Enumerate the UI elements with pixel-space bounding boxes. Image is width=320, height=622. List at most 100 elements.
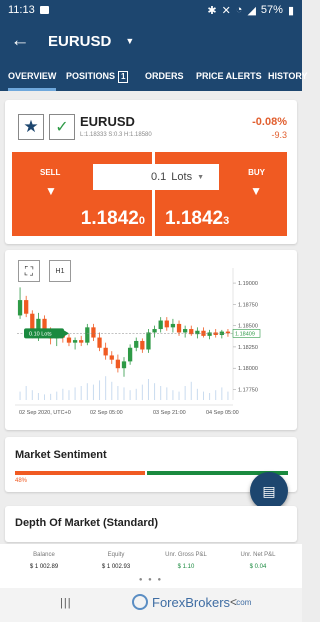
tab-label: HISTORY [268, 71, 308, 81]
position-lots-label: 0.10 Lots [29, 331, 52, 337]
status-time: 11:13 [8, 4, 35, 16]
checkmark-icon: ✓ [55, 119, 69, 136]
candle-body [72, 340, 78, 343]
star-icon: ★ [23, 117, 39, 136]
gross-pnl-summary: Unr. Gross P&L $ 1.10 [150, 552, 222, 570]
change-pips: -9.3 [271, 130, 287, 140]
battery-percent: 57% [260, 4, 283, 16]
candle-body [24, 300, 29, 314]
tab-overview[interactable]: OVERVIEW [8, 62, 57, 91]
lots-value: 0.1 [151, 171, 167, 183]
y-tick-label: 1.18000 [238, 366, 258, 372]
y-tick-label: 1.17750 [238, 387, 258, 393]
candle-body [115, 359, 121, 369]
candle-body [109, 355, 114, 360]
candle-body [176, 323, 182, 333]
chevron-down-icon: ▼ [197, 173, 205, 181]
arrow-down-icon: ▼ [45, 184, 57, 198]
confirm-toggle-button[interactable]: ✓ [49, 114, 75, 140]
symbol-stats: L:1.18333 S:0.3 H:1.18580 [80, 132, 152, 138]
back-button[interactable]: ← [0, 30, 40, 52]
image-notification-icon [39, 6, 49, 14]
net-pnl-value: $ 0.04 [249, 564, 267, 570]
tab-price-alerts[interactable]: PRICE ALERTS [196, 62, 262, 91]
x-tick-label: 04 Sep 05:00 [206, 410, 239, 416]
candle-body [79, 340, 84, 343]
expand-icon: ⛶ [24, 263, 34, 278]
balance-label: Balance [33, 552, 55, 558]
tab-label: POSITIONS [66, 71, 116, 81]
balance-value: $ 1 002.89 [29, 564, 59, 570]
system-nav-bar: ||| ForexBrokers .com < [0, 588, 302, 622]
candle-body [66, 337, 72, 343]
battery-icon: ▮ [287, 4, 294, 17]
equity-summary: Equity $ 1 002.93 [80, 552, 152, 570]
depth-of-market-title: Depth Of Market (Standard) [15, 517, 159, 529]
buy-price-main: 1.1842 [165, 208, 224, 229]
net-pnl-summary: Unr. Net P&L $ 0.04 [222, 552, 294, 570]
sentiment-sell-percent: 48% [15, 478, 28, 484]
page-indicator-dots: ● ● ● [138, 577, 164, 583]
equity-value: $ 1 002.93 [101, 564, 131, 570]
candle-body [152, 329, 157, 333]
account-summary-bar: Balance $ 1 002.89 Equity $ 1 002.93 Unr. … [0, 544, 302, 588]
tab-label: ORDERS [145, 71, 184, 81]
current-price-label: 1.18409 [235, 331, 255, 337]
market-sentiment-title: Market Sentiment [15, 449, 107, 461]
recent-apps-icon[interactable]: ||| [60, 597, 72, 609]
tab-label: PRICE ALERTS [196, 71, 262, 81]
candle-body [146, 332, 151, 350]
tab-bar: OVERVIEW POSITIONS 1 ORDERS PRICE ALERTS … [0, 62, 308, 91]
page-title: EURUSD [48, 32, 112, 50]
sell-price-pip: 0 [138, 215, 145, 227]
candle-body [91, 327, 96, 338]
app-bar: ← EURUSD ▼ [0, 20, 302, 62]
lots-input[interactable]: 0.1 Lots ▼ [93, 164, 219, 190]
gross-pnl-value: $ 1.10 [177, 564, 195, 570]
x-tick-label: 02 Sep 2020, UTC+0 [19, 410, 71, 416]
clipboard-icon: ▤ [262, 482, 276, 499]
candle-body [134, 340, 139, 348]
balance-summary: Balance $ 1 002.89 [8, 552, 80, 570]
sell-price-main: 1.1842 [80, 208, 139, 229]
favorite-button[interactable]: ★ [18, 114, 44, 140]
change-percent: -0.08% [252, 116, 287, 128]
tab-label: OVERVIEW [8, 71, 57, 81]
buy-price-pip: 3 [223, 215, 230, 227]
candle-body [170, 323, 176, 328]
tab-positions[interactable]: POSITIONS 1 [66, 62, 129, 91]
watermark-globe-icon [132, 594, 148, 610]
tab-orders[interactable]: ORDERS [145, 62, 184, 91]
order-ticket-fab[interactable]: ▤ [250, 472, 288, 510]
arrow-left-icon: ← [10, 30, 30, 51]
tab-history[interactable]: HISTORY [268, 62, 308, 91]
y-tick-label: 1.19000 [238, 281, 258, 287]
gross-pnl-label: Unr. Gross P&L [165, 552, 207, 558]
depth-of-market-card[interactable]: Depth Of Market (Standard) [5, 506, 297, 542]
sell-label: SELL [40, 168, 61, 177]
fullscreen-button[interactable]: ⛶ [18, 260, 40, 282]
candle-body [164, 320, 169, 328]
candle-body [158, 320, 163, 330]
sentiment-sell-bar [15, 471, 145, 475]
chart-card: 1.19000 1.18750 1.18500 1.18250 1.18000 1.177… [5, 250, 297, 430]
candle-body [103, 347, 108, 356]
symbol-dropdown-caret-icon[interactable]: ▼ [125, 36, 134, 46]
candle-body [140, 340, 145, 350]
arrow-down-icon: ▼ [250, 184, 262, 198]
x-tick-label: 02 Sep 05:00 [90, 410, 123, 416]
candle-body [225, 331, 231, 334]
watermark-brand: ForexBrokers [152, 594, 231, 610]
y-tick-label: 1.18500 [238, 324, 258, 330]
wifi-icon: ◔ [235, 4, 243, 16]
candle-body [17, 300, 23, 316]
mute-icon: ✕ [221, 4, 231, 17]
x-tick-label: 03 Sep 21:00 [153, 410, 186, 416]
signal-icon: ◢ [247, 4, 256, 17]
candle-body [121, 361, 127, 369]
candle-body [97, 337, 102, 348]
buy-price: 1.18423 [165, 208, 229, 230]
timeframe-button[interactable]: H1 [49, 260, 71, 282]
sell-price: 1.18420 [81, 208, 145, 230]
back-nav-icon[interactable]: < [230, 595, 237, 609]
